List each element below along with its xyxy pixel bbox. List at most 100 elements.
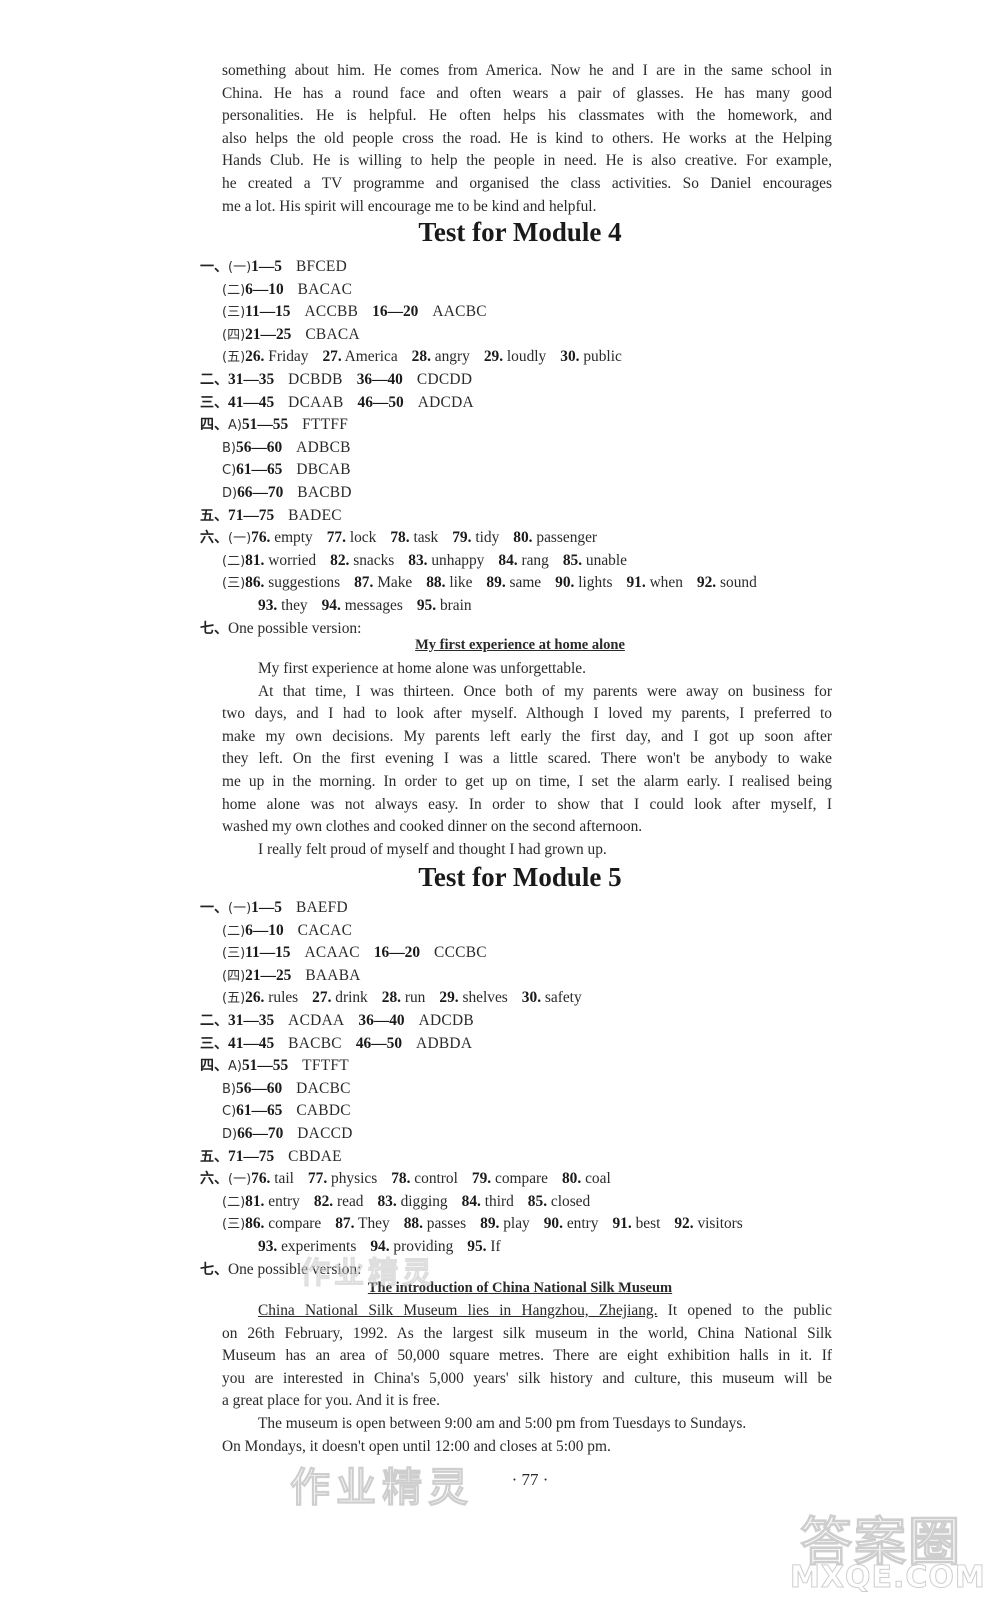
answer-row: (三)86. suggestions 87. Make 88. like 89. sa… (222, 572, 771, 595)
question-number: 30. (560, 348, 580, 366)
word-answer: 29. loudly (484, 348, 546, 365)
word-answer: 77. lock (327, 529, 377, 546)
text-line: you are interested in China's 5,000 year… (222, 1369, 832, 1387)
text-line: China National Silk Museum lies in Hangz… (222, 1300, 832, 1323)
question-number: 80. (513, 529, 533, 547)
question-number: 91. (626, 574, 646, 592)
word-answer: 81. entry (245, 1193, 300, 1210)
answer-row: (三)86. compare 87. They 88. passes 89. play… (222, 1213, 757, 1236)
answer-word: digging (396, 1192, 448, 1210)
answer-word: entry (562, 1215, 599, 1233)
word-answer: 95. brain (417, 597, 472, 614)
word-answer: 86. compare (245, 1215, 321, 1232)
text-line: also helps the old people cross the road… (222, 129, 832, 147)
word-answer: 27. America (322, 348, 397, 365)
answer-key: DBCAB (296, 461, 351, 479)
answer-key: ACAAC (304, 944, 360, 962)
question-number: 82. (313, 1192, 334, 1210)
answer-key: ADBDA (416, 1034, 473, 1052)
word-answer: 82. read (314, 1193, 364, 1210)
question-number: 95. (467, 1238, 487, 1255)
text-line: Hands Club. He is willing to help the pe… (222, 152, 832, 170)
question-range: 46—50 (355, 1034, 403, 1052)
answer-word: passenger (532, 529, 598, 547)
answer-key: ADCDA (417, 393, 474, 411)
section-number: 四、 (200, 417, 228, 434)
answer-row: C)61—65 CABDC (222, 1100, 365, 1123)
word-answer: 88. passes (404, 1215, 466, 1232)
answer-word: entry (264, 1192, 300, 1210)
question-number: 90. (543, 1215, 563, 1233)
question-range: 61—65 (236, 461, 283, 479)
answer-word: empty (270, 529, 313, 547)
section-number: 四、 (200, 1058, 228, 1075)
subsection-label: (五) (222, 350, 246, 366)
answer-word: shelves (458, 989, 508, 1007)
word-answer: 85. unable (563, 552, 627, 569)
question-range: 66—70 (237, 484, 284, 501)
word-answer: 92. sound (697, 574, 757, 591)
answer-row: B)56—60 DACBC (222, 1078, 365, 1101)
question-number: 94. (321, 597, 341, 614)
answer-row: (四)21—25 BAABA (222, 965, 375, 988)
answer-word: best (631, 1215, 661, 1233)
word-answer: 78. task (390, 529, 438, 546)
text-line: make my own decisions. My parents left e… (222, 727, 832, 745)
question-number: 86. (245, 1215, 265, 1233)
question-number: 90. (555, 574, 575, 592)
question-number: 89. (486, 574, 506, 592)
word-answer: 85. closed (528, 1193, 590, 1210)
word-answer: 26. Friday (245, 348, 308, 365)
question-number: 29. (439, 989, 459, 1007)
text-line: he created a TV programme and organised … (222, 174, 832, 192)
answer-row: (五)26. Friday 27. America 28. angry 29. lou… (222, 346, 636, 369)
question-number: 27. (322, 348, 342, 366)
answer-word: lock (345, 529, 377, 547)
answer-word: Make (373, 574, 413, 592)
answer-word: suggestions (264, 574, 341, 592)
answer-word: loudly (503, 348, 547, 366)
answer-row: (二)6—10 CACAC (222, 920, 366, 943)
question-range: 56—60 (236, 1079, 283, 1097)
answer-word: same (505, 574, 542, 592)
answer-row: (二)81. entry 82. read 83. digging 84. third… (222, 1191, 604, 1214)
text-line: a great place for you. And it is free. (222, 1392, 440, 1410)
answer-row: (三)11—15 ACCBB 16—20 AACBC (222, 301, 501, 324)
module5-essay: China National Silk Museum lies in Hangz… (222, 1300, 832, 1458)
module4-title: Test for Module 4 (418, 217, 622, 247)
question-range: 21—25 (245, 966, 292, 984)
subsection-label: C) (222, 463, 237, 479)
section-note: One possible version: (228, 619, 362, 637)
word-answer: 83. digging (377, 1193, 447, 1210)
question-number: 92. (674, 1215, 694, 1233)
answer-row: 三、41—45 DCAAB 46—50 ADCDA (200, 392, 488, 414)
question-number: 77. (307, 1170, 328, 1188)
answer-row: 二、31—35 ACDAA 36—40 ADCDB (200, 1010, 488, 1032)
question-number: 92. (696, 574, 717, 592)
section-number: 二、 (200, 372, 228, 388)
subsection-label: (三) (222, 946, 246, 962)
section-number: 六、 (200, 1171, 228, 1188)
answer-word: compare (491, 1170, 548, 1188)
answer-key: AACBC (432, 303, 487, 321)
word-answer: 27. drink (312, 989, 368, 1006)
answer-word: angry (430, 348, 470, 366)
answer-row: (三)11—15 ACAAC 16—20 CCCBC (222, 942, 501, 965)
question-number: 30. (521, 989, 542, 1007)
answer-word: unable (582, 551, 627, 569)
watermark-text: 作业精灵 (300, 1256, 436, 1292)
word-answer: 89. play (480, 1215, 530, 1232)
subsection-label: A) (228, 418, 242, 434)
word-answer: 76. tail (251, 1170, 294, 1187)
question-range: 16—20 (373, 944, 421, 962)
answer-word: lights (574, 574, 613, 592)
answer-word: read (333, 1192, 364, 1210)
text-line: China. He has a round face and often wea… (222, 84, 832, 102)
question-number: 28. (381, 989, 402, 1007)
subsection-label: B) (222, 440, 236, 456)
answer-key: DCBDB (288, 371, 343, 388)
answer-key: BAEFD (295, 899, 348, 916)
answer-word: like (445, 574, 473, 592)
answer-key: CBDAE (288, 1147, 342, 1165)
answer-word: they (277, 597, 308, 614)
